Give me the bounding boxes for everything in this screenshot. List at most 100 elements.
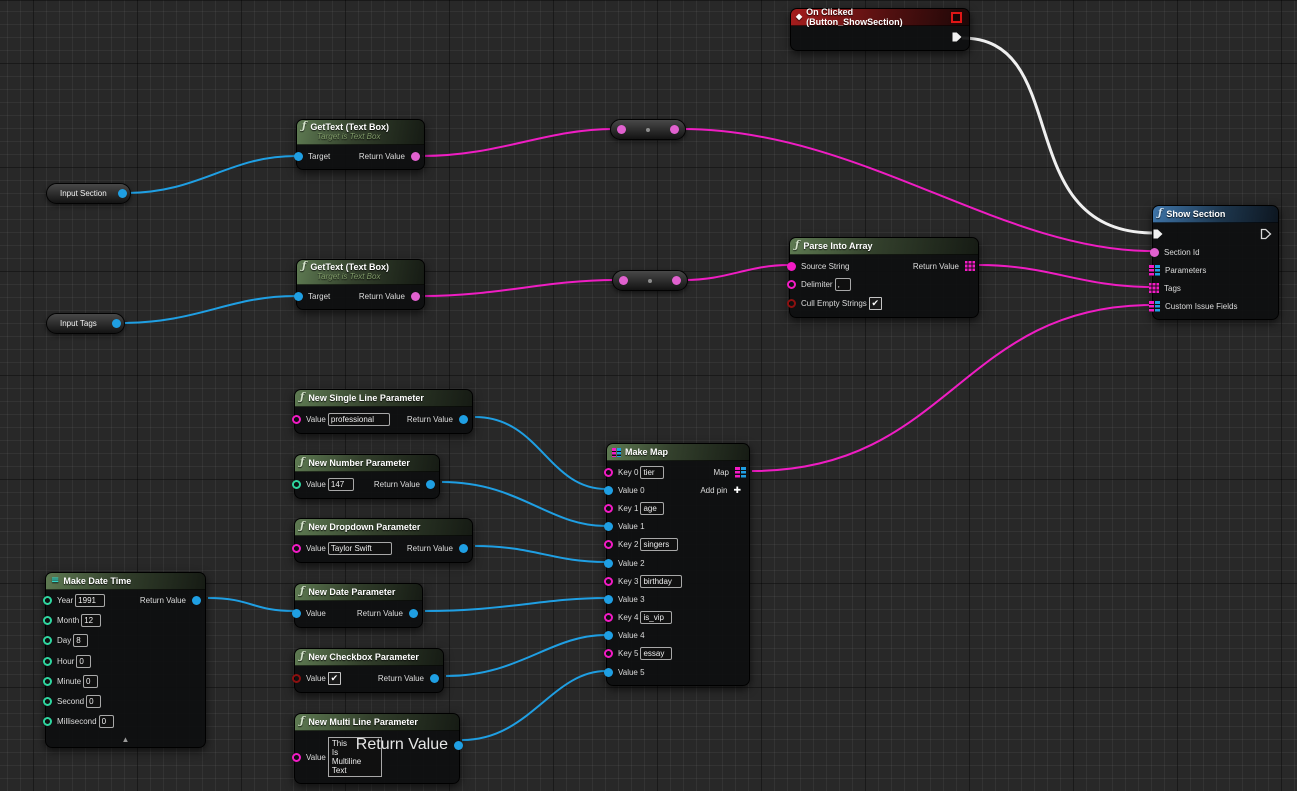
year-input[interactable] [75, 594, 105, 607]
wire-reroute2-sourcestring[interactable] [684, 265, 789, 280]
node-gettext-section[interactable]: ƒ GetText (Text Box) Target is Text Box … [296, 119, 425, 170]
node-new-dropdown-parameter[interactable]: ƒ New Dropdown Parameter Value Return Va… [294, 518, 473, 563]
return-array-pin[interactable] [965, 261, 975, 271]
millisecond-pin[interactable] [43, 717, 52, 726]
wire-parse-tags[interactable] [979, 265, 1152, 287]
reroute-out-pin[interactable] [670, 125, 679, 134]
return-value-pin[interactable] [411, 292, 420, 301]
reroute-node-section[interactable] [610, 119, 686, 140]
value2-pin[interactable] [604, 559, 613, 568]
return-value-pin[interactable] [459, 415, 468, 424]
wire-gettext2-reroute2[interactable] [422, 280, 616, 296]
value-pin[interactable] [292, 674, 301, 683]
month-input[interactable] [81, 614, 101, 627]
value3-pin[interactable] [604, 595, 613, 604]
key5-pin[interactable] [604, 649, 613, 658]
parameters-map-pin[interactable] [1149, 265, 1160, 276]
node-new-checkbox-parameter[interactable]: ƒ New Checkbox Parameter Value ✔ Return … [294, 648, 444, 693]
return-value-pin[interactable] [430, 674, 439, 683]
node-header[interactable]: ƒ New Single Line Parameter [295, 390, 472, 407]
millisecond-input[interactable] [99, 715, 114, 728]
node-header[interactable]: ƒ New Number Parameter [295, 455, 439, 472]
node-gettext-tags[interactable]: ƒ GetText (Text Box) Target is Text Box … [296, 259, 425, 310]
key4-input[interactable] [640, 611, 672, 624]
reroute-in-pin[interactable] [617, 125, 626, 134]
value4-pin[interactable] [604, 631, 613, 640]
variable-out-pin[interactable] [112, 319, 121, 328]
value-pin[interactable] [292, 415, 301, 424]
return-value-pin[interactable] [426, 480, 435, 489]
key4-pin[interactable] [604, 613, 613, 622]
node-header[interactable]: ƒ GetText (Text Box) Target is Text Box [297, 120, 424, 145]
tags-array-pin[interactable] [1149, 283, 1159, 293]
second-input[interactable] [86, 695, 101, 708]
add-pin-icon[interactable]: ✚ [733, 485, 741, 496]
wire-checkbox-value4[interactable] [446, 635, 606, 676]
return-value-pin[interactable] [411, 152, 420, 161]
return-value-pin[interactable] [192, 596, 201, 605]
wire-makedatetime-datevalue[interactable] [208, 598, 294, 611]
value5-pin[interactable] [604, 668, 613, 677]
node-new-date-parameter[interactable]: ƒ New Date Parameter Value Return Value [294, 583, 423, 628]
value-pin[interactable] [292, 544, 301, 553]
source-string-pin[interactable] [787, 262, 796, 271]
delimiter-pin[interactable] [787, 280, 796, 289]
custom-issue-fields-map-pin[interactable] [1149, 301, 1160, 312]
variable-node-input-tags[interactable]: Input Tags [46, 313, 125, 334]
value-pin[interactable] [292, 753, 301, 762]
section-id-pin[interactable] [1150, 248, 1159, 257]
value-pin[interactable] [292, 609, 301, 618]
month-pin[interactable] [43, 616, 52, 625]
reroute-in-pin[interactable] [619, 276, 628, 285]
wire-singleline-value0[interactable] [475, 417, 606, 489]
node-header[interactable]: ƒ New Multi Line Parameter [295, 714, 459, 731]
node-header[interactable]: ƒ GetText (Text Box) Target is Text Box [297, 260, 424, 285]
wire-gettext1-reroute1[interactable] [422, 129, 614, 156]
value0-pin[interactable] [604, 486, 613, 495]
reroute-out-pin[interactable] [672, 276, 681, 285]
node-header[interactable]: ƒ New Dropdown Parameter [295, 519, 472, 536]
node-header[interactable]: ƒ Parse Into Array [790, 238, 978, 255]
wire-date-value3[interactable] [425, 598, 606, 611]
day-input[interactable] [73, 634, 88, 647]
minute-pin[interactable] [43, 677, 52, 686]
wire-makemap-customissuefields[interactable] [752, 305, 1152, 471]
return-value-pin[interactable] [459, 544, 468, 553]
node-header[interactable]: Make Map [607, 444, 749, 461]
node-header[interactable]: ƒ Show Section [1153, 206, 1278, 223]
key0-input[interactable] [640, 466, 664, 479]
node-parse-into-array[interactable]: ƒ Parse Into Array Source String Return … [789, 237, 979, 318]
key2-input[interactable] [640, 538, 678, 551]
wire-inputsection-target[interactable] [126, 156, 296, 193]
map-out-pin[interactable] [735, 467, 746, 478]
node-new-multi-line-parameter[interactable]: ƒ New Multi Line Parameter Return Value … [294, 713, 460, 784]
key3-pin[interactable] [604, 577, 613, 586]
key0-pin[interactable] [604, 468, 613, 477]
node-new-number-parameter[interactable]: ƒ New Number Parameter Value Return Valu… [294, 454, 440, 499]
value-checkbox[interactable]: ✔ [328, 672, 341, 685]
day-pin[interactable] [43, 636, 52, 645]
wire-dropdown-value2[interactable] [475, 546, 606, 562]
exec-out-pin[interactable] [951, 31, 963, 43]
value-input[interactable] [328, 542, 392, 555]
value-pin[interactable] [292, 480, 301, 489]
delimiter-input[interactable] [835, 278, 851, 291]
value-input[interactable] [328, 413, 390, 426]
return-value-pin[interactable] [454, 741, 463, 750]
wire-multiline-value5[interactable] [462, 671, 606, 740]
cull-empty-strings-checkbox[interactable]: ✔ [869, 297, 882, 310]
wire-reroute1-sectionid[interactable] [682, 129, 1152, 251]
exec-in-pin[interactable] [1152, 228, 1164, 240]
hour-pin[interactable] [43, 657, 52, 666]
node-header[interactable]: ƒ New Date Parameter [295, 584, 422, 601]
target-pin[interactable] [294, 292, 303, 301]
add-pin-label[interactable]: Add pin [698, 486, 729, 495]
key1-input[interactable] [640, 502, 664, 515]
blueprint-graph-canvas[interactable]: ◆ On Clicked (Button_ShowSection) ƒ GetT… [0, 0, 1297, 791]
key3-input[interactable] [640, 575, 682, 588]
hour-input[interactable] [76, 655, 91, 668]
target-pin[interactable] [294, 152, 303, 161]
node-header[interactable]: ƒ New Checkbox Parameter [295, 649, 443, 666]
variable-node-input-section[interactable]: Input Section [46, 183, 131, 204]
node-show-section[interactable]: ƒ Show Section Section Id Parameters Tag… [1152, 205, 1279, 320]
